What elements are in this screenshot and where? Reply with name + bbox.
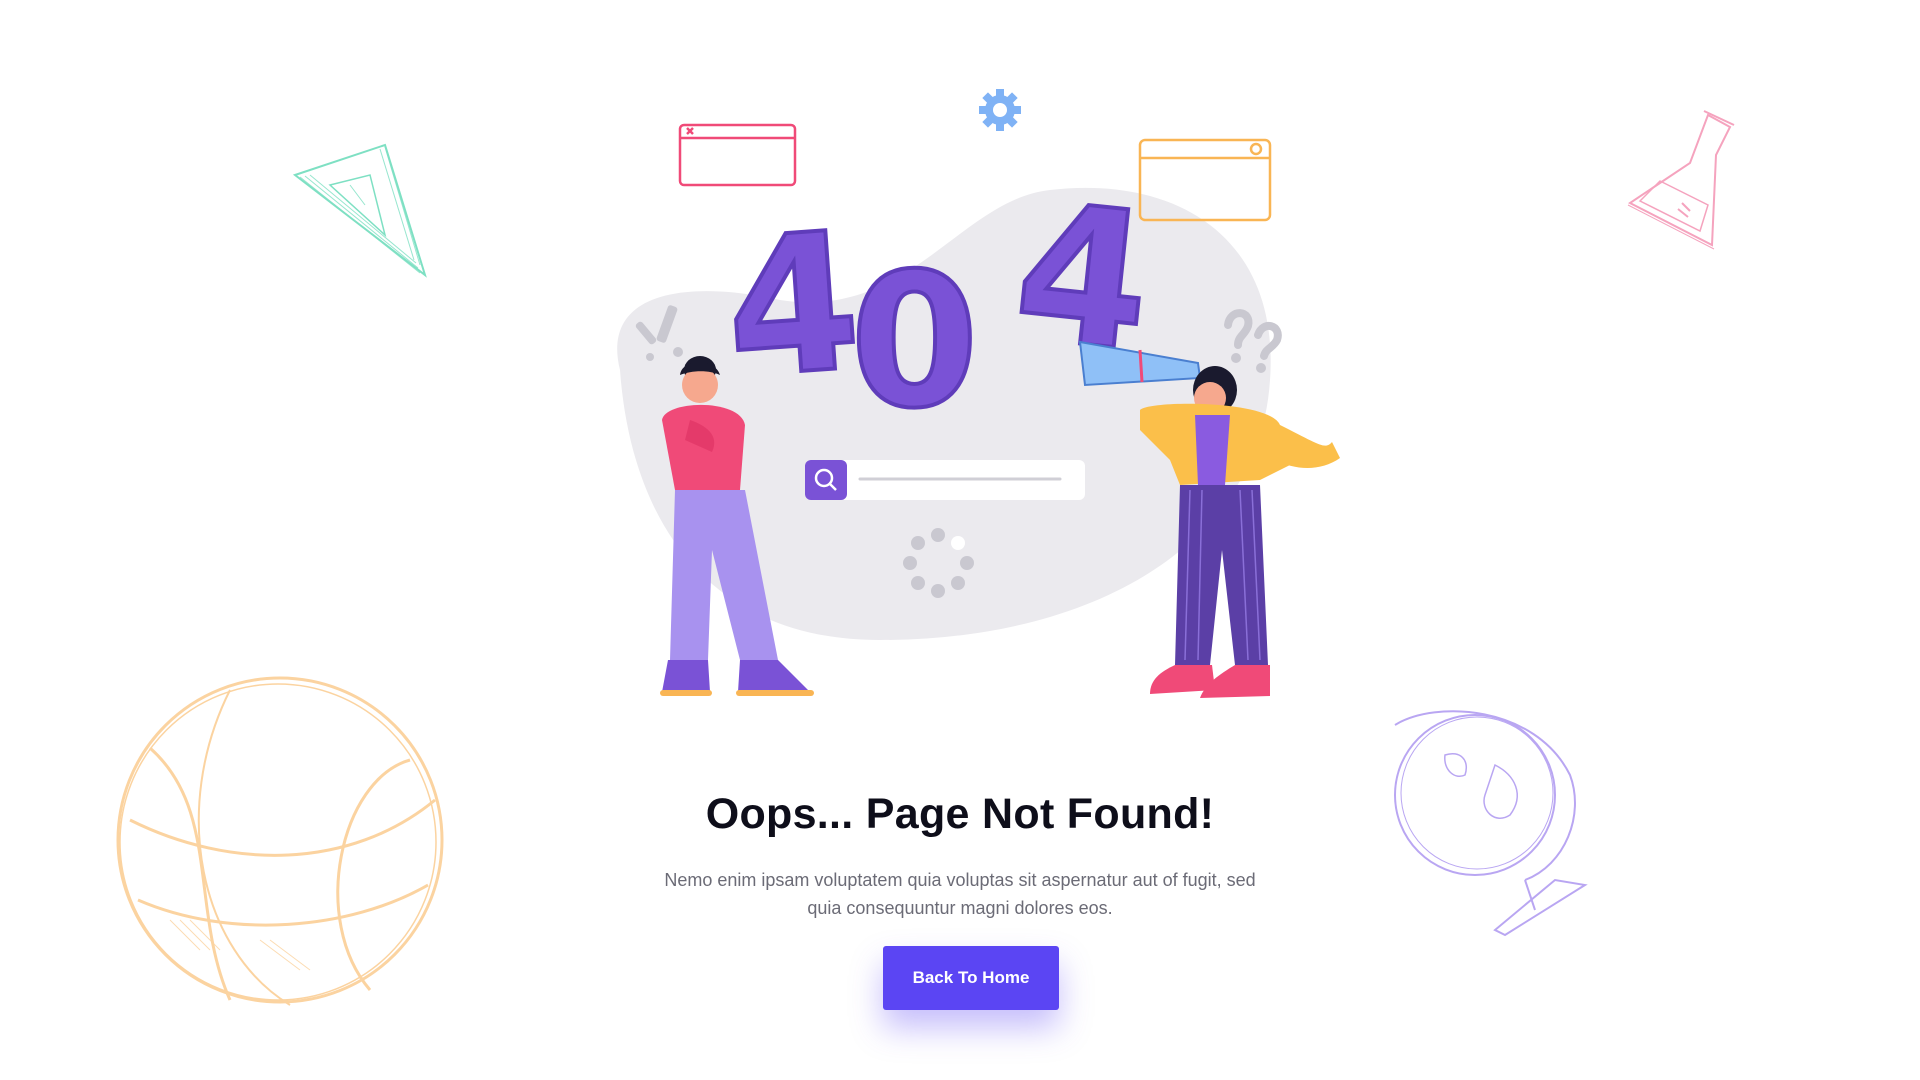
back-to-home-button[interactable]: Back To Home — [883, 946, 1059, 1010]
basketball-icon — [116, 676, 444, 1006]
gear-icon — [979, 89, 1021, 131]
404-illustration: 4 0 4 — [617, 89, 1340, 698]
triangle-ruler-icon — [292, 143, 427, 278]
digit-four-left: 4 — [719, 191, 866, 421]
browser-window-icon — [678, 123, 797, 187]
page-description: Nemo enim ipsam voluptatem quia voluptas… — [664, 870, 1256, 918]
error-page: 4 0 4 Oops... Page Not Found! Nemo enim … — [0, 0, 1920, 1080]
flask-icon — [1627, 110, 1735, 250]
search-bar — [805, 460, 1085, 500]
digit-zero: 0 — [850, 233, 979, 449]
page-title: Oops... Page Not Found! — [705, 790, 1215, 838]
